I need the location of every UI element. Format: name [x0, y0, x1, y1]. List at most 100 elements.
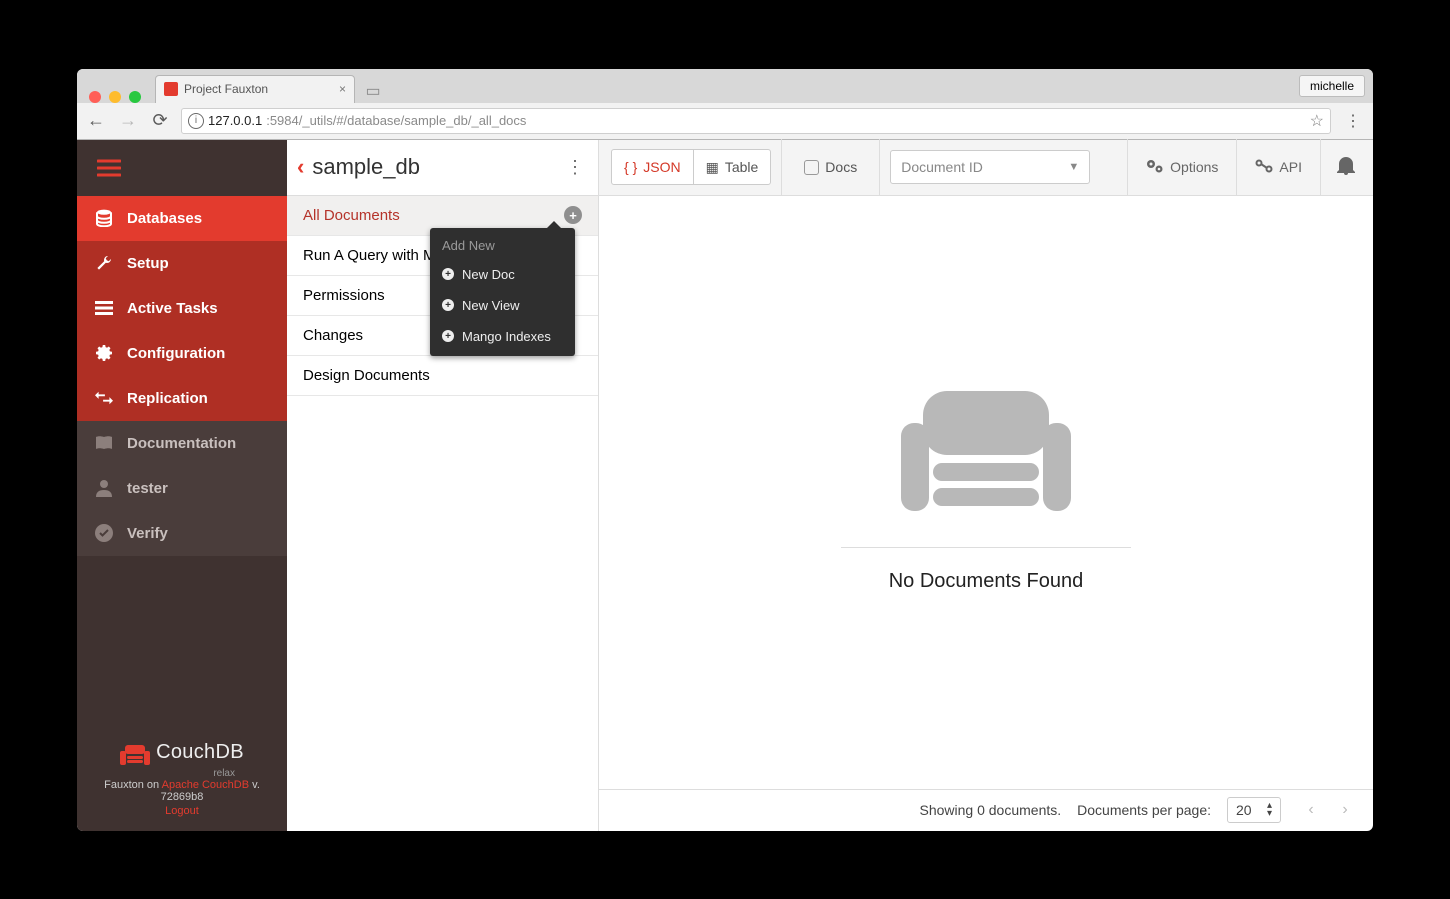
- row-label: Permissions: [303, 287, 385, 304]
- showing-text: Showing 0 documents.: [920, 802, 1062, 818]
- sidebar-item-configuration[interactable]: Configuration: [77, 331, 287, 376]
- url-host: 127.0.0.1: [208, 113, 262, 128]
- db-section-all-documents[interactable]: All Documents + Add New +New Doc +New Vi…: [287, 196, 598, 236]
- row-label: All Documents: [303, 207, 400, 224]
- plus-icon: +: [442, 299, 454, 311]
- forward-button[interactable]: →: [117, 110, 139, 131]
- sidebar-item-label: Verify: [127, 525, 168, 542]
- close-window-icon[interactable]: [89, 91, 101, 103]
- braces-icon: { }: [624, 159, 637, 175]
- view-toggle: { }JSON ▦Table: [611, 149, 771, 185]
- back-button[interactable]: ←: [85, 110, 107, 131]
- gear-icon: [95, 344, 113, 362]
- divider: [1320, 139, 1321, 195]
- replication-icon: [95, 391, 113, 405]
- popover-item-new-doc[interactable]: +New Doc: [430, 259, 575, 290]
- sidebar-toggle[interactable]: [77, 140, 287, 196]
- checkbox-icon[interactable]: [804, 160, 819, 175]
- close-tab-icon[interactable]: ×: [339, 82, 346, 96]
- tasks-icon: [95, 301, 113, 315]
- content-area: No Documents Found: [599, 196, 1373, 789]
- sidebar-item-label: Active Tasks: [127, 300, 218, 317]
- link-icon: [1255, 159, 1273, 176]
- popover-item-new-view[interactable]: +New View: [430, 290, 575, 321]
- add-new-popover: Add New +New Doc +New View +Mango Indexe…: [430, 228, 575, 356]
- fauxton-app: Databases Setup Active Tasks Configurati…: [77, 140, 1373, 831]
- db-section-design-docs[interactable]: Design Documents: [287, 356, 598, 396]
- back-chevron-icon[interactable]: ‹: [297, 154, 304, 180]
- window-controls[interactable]: [85, 81, 151, 103]
- options-button[interactable]: Options: [1138, 158, 1226, 177]
- prev-page-button[interactable]: ‹: [1297, 797, 1325, 823]
- sidebar-item-replication[interactable]: Replication: [77, 376, 287, 421]
- bookmark-icon[interactable]: ☆: [1310, 111, 1324, 131]
- perpage-label: Documents per page:: [1077, 802, 1211, 818]
- db-name: sample_db: [312, 154, 554, 180]
- plus-icon: +: [442, 268, 454, 280]
- api-button[interactable]: API: [1247, 159, 1310, 176]
- logout-link[interactable]: Logout: [85, 805, 279, 817]
- empty-message: No Documents Found: [889, 570, 1084, 593]
- json-view-button[interactable]: { }JSON: [612, 150, 693, 184]
- chevron-down-icon: ▼: [1068, 161, 1079, 173]
- new-tab-button[interactable]: ▭: [361, 79, 385, 103]
- minimize-window-icon[interactable]: [109, 91, 121, 103]
- browser-window: Project Fauxton × ▭ michelle ← → ⟳ i 127…: [77, 69, 1373, 831]
- sidebar-item-label: Setup: [127, 255, 169, 272]
- couchdb-logo: CouchDB: [85, 741, 279, 765]
- add-icon[interactable]: +: [564, 206, 582, 224]
- version-line: Fauxton on Apache CouchDB v. 72869b8: [85, 779, 279, 803]
- row-label: Changes: [303, 327, 363, 344]
- sidebar-item-setup[interactable]: Setup: [77, 241, 287, 286]
- browser-profile-button[interactable]: michelle: [1299, 75, 1365, 97]
- main-panel: { }JSON ▦Table Docs Document ID▼ Options…: [599, 140, 1373, 831]
- popover-item-mango-indexes[interactable]: +Mango Indexes: [430, 321, 575, 352]
- browser-chrome: Project Fauxton × ▭ michelle ← → ⟳ i 127…: [77, 69, 1373, 140]
- sidebar-item-verify[interactable]: Verify: [77, 511, 287, 556]
- plus-icon: +: [442, 330, 454, 342]
- sidebar-item-active-tasks[interactable]: Active Tasks: [77, 286, 287, 331]
- db-section-list: All Documents + Add New +New Doc +New Vi…: [287, 196, 598, 396]
- sidebar-item-label: Databases: [127, 210, 202, 227]
- sidebar-item-label: tester: [127, 480, 168, 497]
- notifications-icon[interactable]: [1331, 155, 1361, 180]
- sidebar-item-user[interactable]: tester: [77, 466, 287, 511]
- next-page-button[interactable]: ›: [1331, 797, 1359, 823]
- divider: [781, 139, 782, 195]
- table-view-button[interactable]: ▦Table: [693, 150, 771, 184]
- tab-title: Project Fauxton: [184, 82, 268, 96]
- apache-link[interactable]: Apache CouchDB: [162, 779, 249, 791]
- favicon-icon: [164, 82, 178, 96]
- database-nav-column: ‹ sample_db ⋮ All Documents + Add New +N…: [287, 140, 599, 831]
- toolbar: { }JSON ▦Table Docs Document ID▼ Options…: [599, 140, 1373, 196]
- divider: [841, 547, 1131, 548]
- sidebar: Databases Setup Active Tasks Configurati…: [77, 140, 287, 831]
- sidebar-item-label: Configuration: [127, 345, 225, 362]
- tab-strip: Project Fauxton × ▭ michelle: [77, 69, 1373, 103]
- sidebar-item-label: Replication: [127, 390, 208, 407]
- browser-tab[interactable]: Project Fauxton ×: [155, 75, 355, 103]
- perpage-select[interactable]: 20 ▴▾: [1227, 797, 1281, 823]
- row-label: Design Documents: [303, 367, 430, 384]
- document-id-dropdown[interactable]: Document ID▼: [890, 150, 1090, 184]
- database-icon: [95, 209, 113, 227]
- divider: [1127, 139, 1128, 195]
- divider: [1236, 139, 1237, 195]
- select-all-docs[interactable]: Docs: [792, 150, 869, 184]
- maximize-window-icon[interactable]: [129, 91, 141, 103]
- stepper-icon: ▴▾: [1267, 802, 1272, 818]
- reload-button[interactable]: ⟳: [149, 110, 171, 131]
- gears-icon: [1146, 158, 1164, 177]
- url-path: :5984/_utils/#/database/sample_db/_all_d…: [266, 113, 526, 128]
- browser-menu-icon[interactable]: ⋮: [1341, 111, 1365, 131]
- check-circle-icon: [95, 524, 113, 542]
- site-info-icon[interactable]: i: [188, 113, 204, 129]
- db-menu-icon[interactable]: ⋮: [562, 157, 588, 178]
- url-input[interactable]: i 127.0.0.1 :5984/_utils/#/database/sampl…: [181, 108, 1331, 134]
- table-icon: ▦: [706, 159, 719, 176]
- pager: ‹ ›: [1297, 797, 1359, 823]
- sidebar-item-databases[interactable]: Databases: [77, 196, 287, 241]
- pagination-footer: Showing 0 documents. Documents per page:…: [599, 789, 1373, 831]
- address-bar: ← → ⟳ i 127.0.0.1 :5984/_utils/#/database…: [77, 103, 1373, 139]
- sidebar-item-documentation[interactable]: Documentation: [77, 421, 287, 466]
